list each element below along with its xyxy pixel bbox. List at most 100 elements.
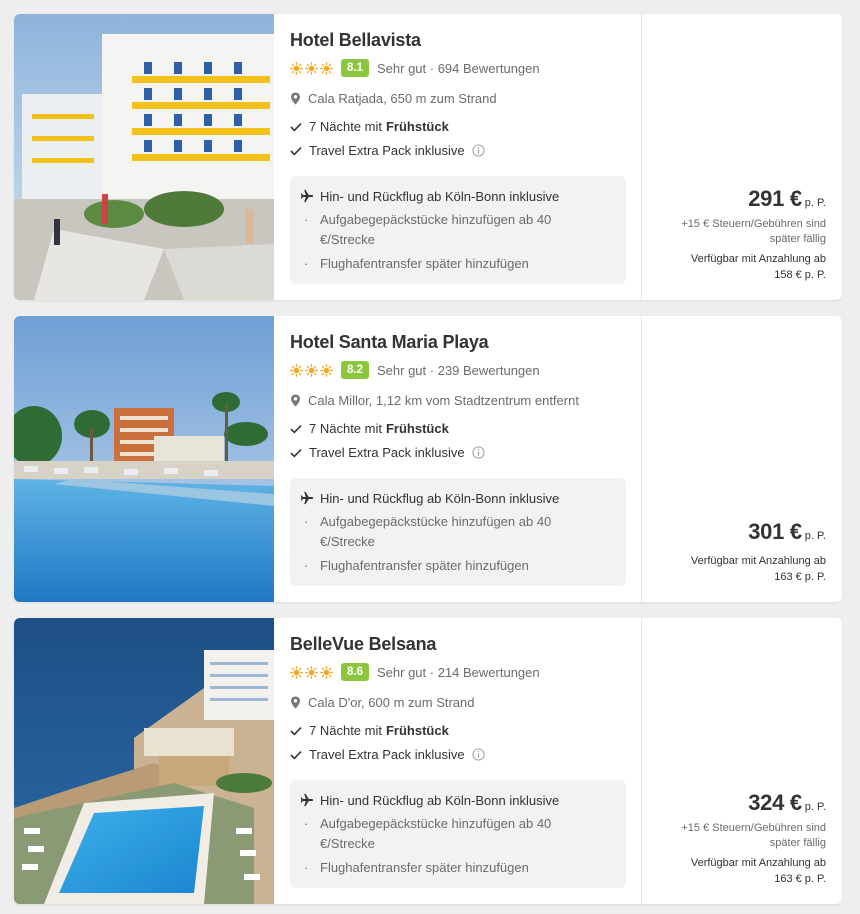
hotel-card[interactable]: BelleVue Belsana 8.6 Sehr gut · 214 Bewe… [14,618,842,904]
extra-pack-text: Travel Extra Pack inklusive [309,747,465,762]
hotel-photo[interactable] [14,618,274,904]
list-item: · Flughafentransfer später hinzufügen [300,254,616,274]
bullet-text: Aufgabegepäckstücke hinzufügen ab 40 €/S… [320,816,552,851]
price-column[interactable]: 291 € p. P. +15 € Steuern/Gebühren sind … [642,14,842,300]
rating-row: 8.2 Sehr gut · 239 Bewertungen [290,360,540,380]
extra-pack-row: Travel Extra Pack inklusive [290,747,485,762]
price-line: 291 € p. P. [748,186,826,212]
hotel-card[interactable]: Hotel Santa Maria Playa 8.2 Sehr gut · 2… [14,316,842,602]
location: Cala D'or, 600 m zum Strand [290,695,475,710]
bullet-icon: · [304,256,309,271]
review-summary[interactable]: Sehr gut · 214 Bewertungen [377,665,540,680]
review-summary[interactable]: Sehr gut · 694 Bewertungen [377,61,540,76]
extra-pack-text: Travel Extra Pack inklusive [309,445,465,460]
hotel-name[interactable]: BelleVue Belsana [290,634,436,655]
nights-text: 7 Nächte mit [309,421,382,436]
list-item: · Aufgabegepäckstücke hinzufügen ab 40 €… [300,814,616,854]
sun-icon [320,666,333,679]
board-type: Frühstück [385,421,449,436]
hotel-name[interactable]: Hotel Santa Maria Playa [290,332,489,353]
extra-pack-row: Travel Extra Pack inklusive [290,143,485,158]
flight-text: Hin- und Rückflug ab Köln-Bonn inklusive [320,188,560,204]
bullet-icon: · [304,860,309,875]
hotel-card[interactable]: Hotel Bellavista 8.1 Sehr gut · 694 Bewe… [14,14,842,300]
nights-board-row: 7 Nächte mit Frühstück [290,119,449,134]
bullet-text: Flughafentransfer später hinzufügen [320,256,529,271]
info-icon[interactable] [472,748,485,761]
per-person: p. P. [804,801,826,813]
bullet-icon: · [304,558,309,573]
flight-box: Hin- und Rückflug ab Köln-Bonn inklusive… [290,780,626,888]
plane-icon [300,491,314,505]
price: 301 € [748,519,802,544]
sun-icon [290,666,303,679]
bullet-text: Aufgabegepäckstücke hinzufügen ab 40 €/S… [320,514,552,549]
location-text: Cala Millor, 1,12 km vom Stadtzentrum en… [308,393,579,408]
deposit-amount: 163 € p. P. [774,873,826,885]
bullet-text: Flughafentransfer später hinzufügen [320,860,529,875]
flight-box: Hin- und Rückflug ab Köln-Bonn inklusive… [290,478,626,586]
bullet-icon: · [304,816,309,831]
info-icon[interactable] [472,446,485,459]
bullet-text: Flughafentransfer später hinzufügen [320,558,529,573]
bullet-icon: · [304,514,309,529]
per-person: p. P. [804,197,826,209]
score-badge: 8.1 [341,59,369,77]
price-column[interactable]: 324 € p. P. +15 € Steuern/Gebühren sind … [642,618,842,904]
plane-icon [300,793,314,807]
check-icon [290,424,302,434]
flight-text: Hin- und Rückflug ab Köln-Bonn inklusive [320,490,560,506]
price: 324 € [748,790,802,815]
map-pin-icon [290,394,301,407]
extra-pack-row: Travel Extra Pack inklusive [290,445,485,460]
nights-board-row: 7 Nächte mit Frühstück [290,421,449,436]
sun-rating [290,666,333,679]
sun-icon [320,62,333,75]
deposit-note: Verfügbar mit Anzahlung ab 163 € p. P. [656,855,826,887]
list-item: · Aufgabegepäckstücke hinzufügen ab 40 €… [300,210,616,250]
tax-note: +15 € Steuern/Gebühren sind später fälli… [681,218,826,245]
flight-row: Hin- und Rückflug ab Köln-Bonn inklusive [300,790,616,810]
hotel-photo-image [14,618,274,904]
sun-icon [305,364,318,377]
extra-pack-text: Travel Extra Pack inklusive [309,143,465,158]
sun-icon [305,666,318,679]
bullet-icon: · [304,212,309,227]
hotel-photo[interactable] [14,316,274,602]
price: 291 € [748,186,802,211]
deposit-amount: 158 € p. P. [774,269,826,281]
hotel-info: BelleVue Belsana 8.6 Sehr gut · 214 Bewe… [290,618,642,904]
hotel-photo-image [14,316,274,602]
info-icon[interactable] [472,144,485,157]
flight-row: Hin- und Rückflug ab Köln-Bonn inklusive [300,488,616,508]
hotel-photo-image [14,14,274,300]
plane-icon [300,189,314,203]
nights-text: 7 Nächte mit [309,723,382,738]
board-type: Frühstück [385,119,449,134]
per-person: p. P. [804,530,826,542]
check-icon [290,146,302,156]
list-item: · Flughafentransfer später hinzufügen [300,858,616,878]
sun-icon [290,62,303,75]
hotel-info: Hotel Santa Maria Playa 8.2 Sehr gut · 2… [290,316,642,602]
location: Cala Millor, 1,12 km vom Stadtzentrum en… [290,393,579,408]
deposit-label: Verfügbar mit Anzahlung ab [690,555,826,567]
flight-row: Hin- und Rückflug ab Köln-Bonn inklusive [300,186,616,206]
hotel-name[interactable]: Hotel Bellavista [290,30,421,51]
flight-text: Hin- und Rückflug ab Köln-Bonn inklusive [320,792,560,808]
check-icon [290,122,302,132]
board-type: Frühstück [385,723,449,738]
review-summary[interactable]: Sehr gut · 239 Bewertungen [377,363,540,378]
tax-note: +15 € Steuern/Gebühren sind später fälli… [681,822,826,849]
deposit-note: Verfügbar mit Anzahlung ab 158 € p. P. [656,251,826,283]
check-icon [290,726,302,736]
check-icon [290,448,302,458]
price-column[interactable]: 301 € p. P. Verfügbar mit Anzahlung ab 1… [642,316,842,602]
location-text: Cala D'or, 600 m zum Strand [308,695,475,710]
flight-box: Hin- und Rückflug ab Köln-Bonn inklusive… [290,176,626,284]
map-pin-icon [290,696,301,709]
deposit-label: Verfügbar mit Anzahlung ab [690,253,826,265]
check-icon [290,750,302,760]
hotel-photo[interactable] [14,14,274,300]
sun-rating [290,62,333,75]
